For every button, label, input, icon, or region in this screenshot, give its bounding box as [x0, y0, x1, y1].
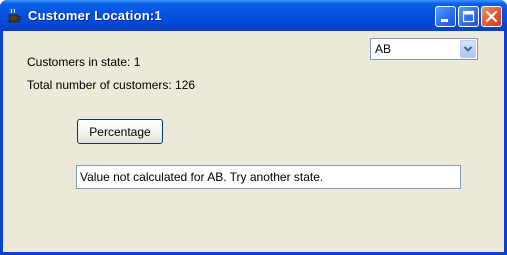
close-icon	[485, 10, 498, 23]
close-button[interactable]	[481, 6, 502, 27]
maximize-button[interactable]	[458, 6, 479, 27]
total-customers-label: Total number of customers: 126	[27, 78, 196, 92]
state-select-dropdown-button[interactable]	[460, 40, 476, 58]
client-area: AB Customers in state: 1 Total number of…	[3, 31, 504, 252]
minimize-button[interactable]	[435, 6, 456, 27]
state-select-value: AB	[375, 42, 392, 56]
chevron-down-icon	[463, 46, 473, 52]
customers-in-state-label: Customers in state: 1	[27, 55, 141, 69]
state-select[interactable]: AB	[370, 38, 478, 60]
maximize-icon	[462, 10, 475, 23]
result-field[interactable]: Value not calculated for AB. Try another…	[76, 165, 461, 189]
customer-location-window: Customer Location:1 AB Customers in stat…	[0, 0, 507, 255]
window-title: Customer Location:1	[28, 8, 162, 23]
title-bar[interactable]: Customer Location:1	[0, 0, 507, 31]
minimize-icon	[441, 19, 448, 22]
coffee-cup-icon	[8, 8, 22, 23]
percentage-button[interactable]: Percentage	[77, 119, 163, 144]
